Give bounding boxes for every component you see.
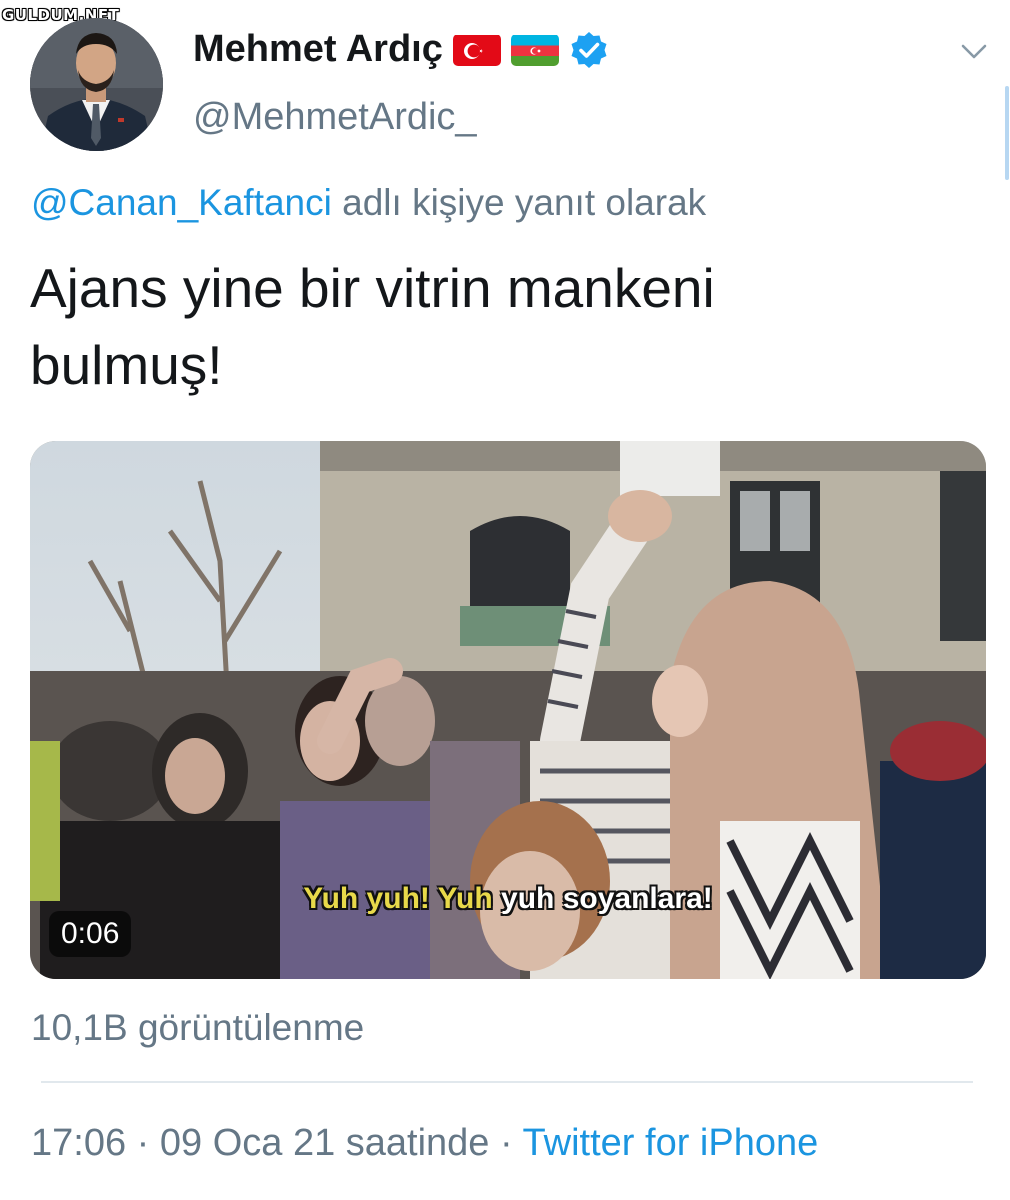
meta-separator: · [136, 1122, 150, 1164]
chevron-down-icon[interactable] [958, 38, 990, 64]
video-subtitle: Yuh yuh! Yuh yuh soyanlara! [30, 882, 986, 916]
subtitle-highlight: Yuh yuh! Yuh [303, 882, 493, 915]
tweet-text-line: Ajans yine bir vitrin mankeni [30, 257, 715, 319]
meta-separator: · [500, 1122, 513, 1164]
tweet-date: 09 Oca 21 saatinde [159, 1122, 490, 1164]
turkey-flag-icon [452, 34, 501, 66]
divider [41, 1081, 973, 1083]
verified-badge-icon [569, 30, 609, 70]
tweet-text: Ajans yine bir vitrin mankeni bulmuş! [30, 250, 930, 404]
azerbaijan-flag-icon [510, 34, 559, 66]
tweet-text-line: bulmuş! [30, 334, 223, 396]
scrollbar[interactable] [1005, 86, 1009, 180]
author-handle[interactable]: @MehmetArdic_ [193, 96, 477, 139]
reply-context: @Canan_Kaftanci adlı kişiye yanıt olarak [31, 182, 706, 224]
subtitle-text: yuh soyanlara! [501, 882, 713, 915]
reply-context-text: adlı kişiye yanıt olarak [342, 182, 707, 223]
video-player[interactable]: Yuh yuh! Yuh yuh soyanlara! 0:06 [30, 441, 986, 979]
author-name-row[interactable]: Mehmet Ardıç [193, 28, 609, 71]
tweet-source-link[interactable]: Twitter for iPhone [523, 1122, 819, 1164]
tweet-timestamp-line: 17:06 · 09 Oca 21 saatinde · Twitter for… [31, 1122, 818, 1165]
author-avatar[interactable] [30, 18, 163, 151]
view-count[interactable]: 10,1B görüntülenme [31, 1007, 364, 1049]
reply-mention-link[interactable]: @Canan_Kaftanci [31, 182, 332, 223]
tweet-time: 17:06 [31, 1122, 127, 1164]
video-duration-badge: 0:06 [49, 911, 132, 957]
author-display-name[interactable]: Mehmet Ardıç [193, 28, 443, 71]
